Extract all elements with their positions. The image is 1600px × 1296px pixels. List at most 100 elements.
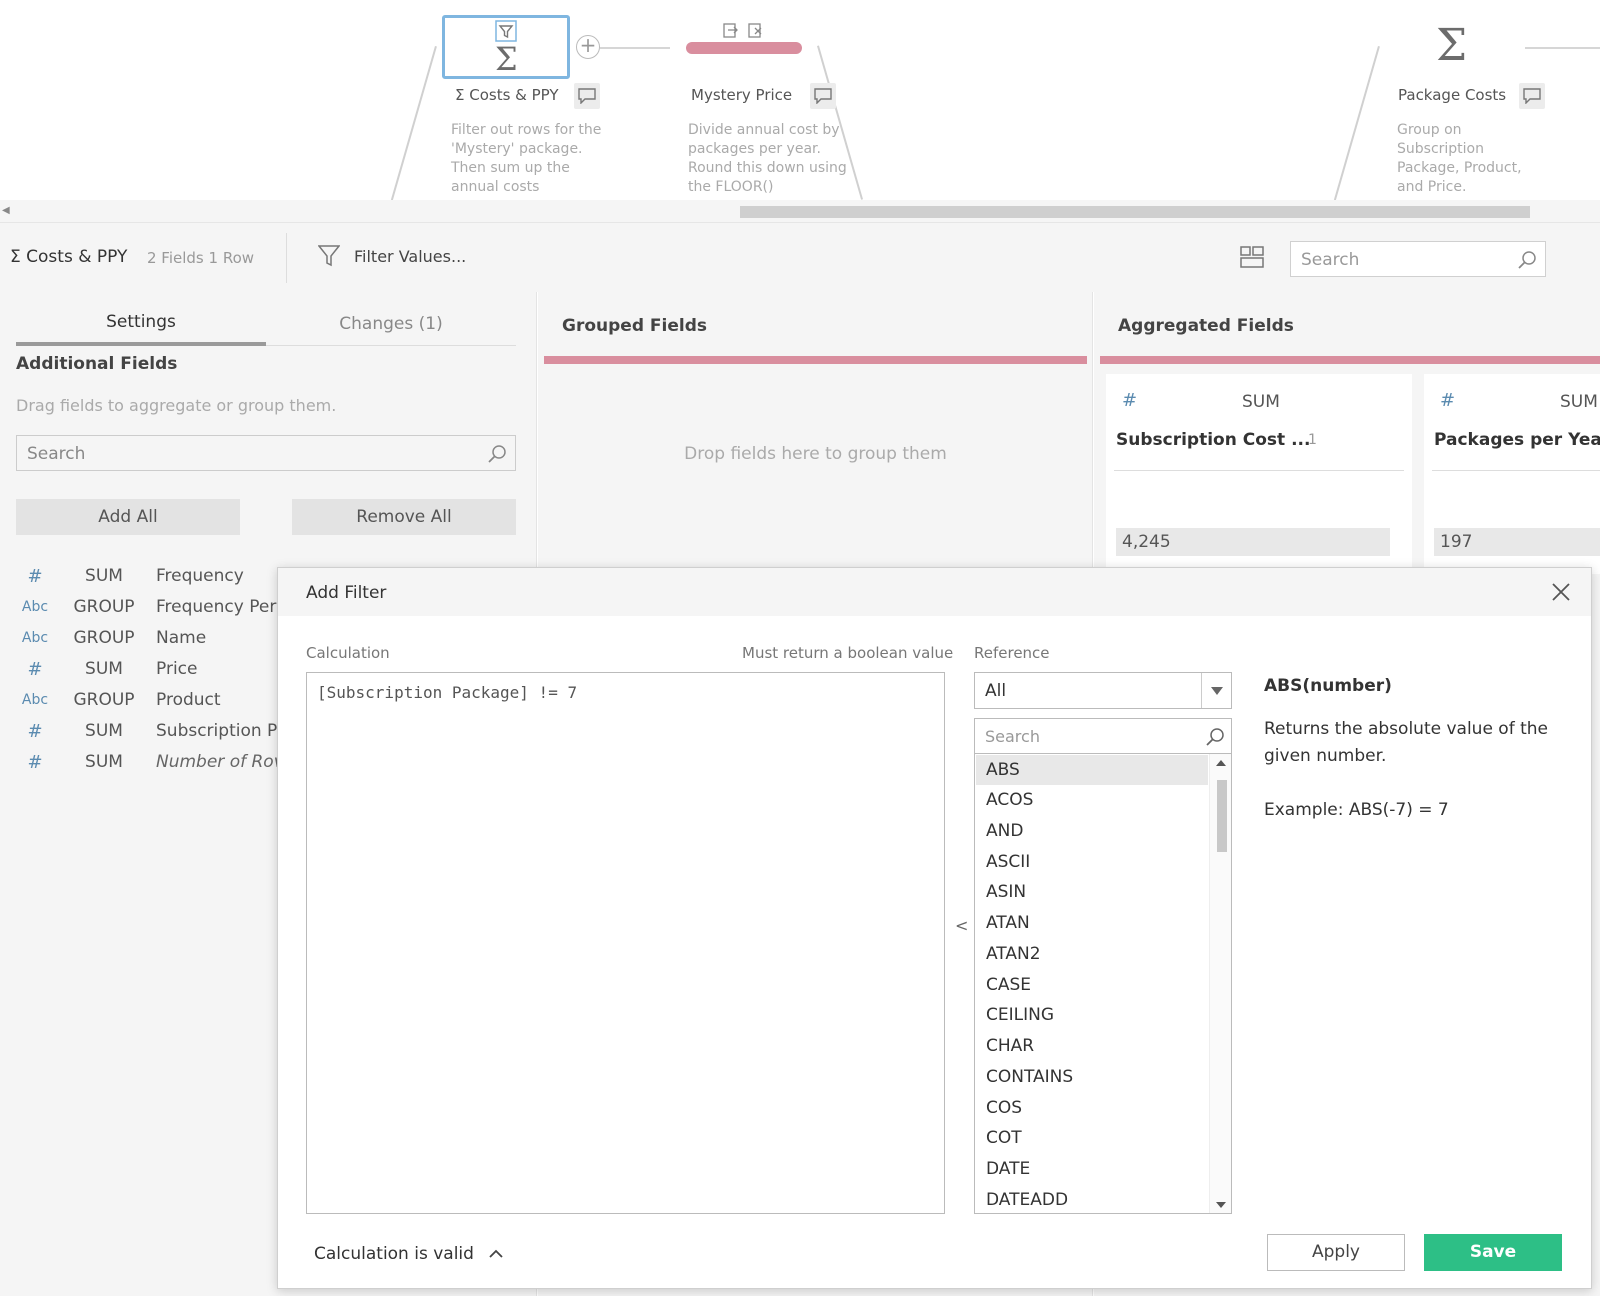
- layout-toggle-icon[interactable]: [1240, 245, 1264, 269]
- field-name: Subscription P: [156, 721, 278, 741]
- aggregated-field-name: Packages per Year: [1434, 430, 1600, 450]
- field-aggregation[interactable]: SUM: [68, 659, 140, 679]
- aggregated-value: 4,245: [1116, 528, 1390, 556]
- add-all-button[interactable]: Add All: [16, 499, 240, 535]
- field-aggregation[interactable]: GROUP: [68, 597, 140, 617]
- field-aggregation[interactable]: GROUP: [68, 628, 140, 648]
- function-item[interactable]: CHAR: [976, 1031, 1208, 1061]
- scroll-left-icon[interactable]: ◀: [2, 205, 10, 216]
- scrollbar-thumb[interactable]: [1217, 780, 1227, 852]
- reference-label: Reference: [974, 644, 1050, 662]
- function-item[interactable]: ACOS: [976, 785, 1208, 815]
- sigma-icon[interactable]: Σ: [1436, 20, 1467, 71]
- add-step-plus-icon[interactable]: +: [576, 35, 600, 59]
- function-list[interactable]: ABS ACOS AND ASCII ASIN ATAN ATAN2 CASE …: [974, 754, 1232, 1214]
- calculation-editor[interactable]: [Subscription Package] != 7: [306, 672, 945, 1214]
- calculation-status[interactable]: Calculation is valid: [314, 1244, 504, 1264]
- string-type-icon: Abc: [21, 630, 49, 646]
- field-aggregation[interactable]: GROUP: [68, 690, 140, 710]
- chevron-down-icon[interactable]: [1201, 673, 1231, 708]
- function-item[interactable]: ATAN: [976, 908, 1208, 938]
- search-placeholder: Search: [985, 727, 1040, 746]
- tab-settings[interactable]: Settings: [16, 306, 266, 346]
- scroll-down-icon[interactable]: [1216, 1202, 1226, 1208]
- number-type-icon: #: [1440, 390, 1456, 411]
- step-description: Filter out rows for the 'Mystery' packag…: [451, 122, 602, 195]
- scrollbar-thumb[interactable]: [740, 206, 1530, 218]
- field-name: Number of Rov: [156, 752, 284, 772]
- flow-edge: [390, 46, 437, 200]
- scroll-up-icon[interactable]: [1216, 760, 1226, 766]
- add-filter-dialog[interactable]: Add Filter Calculation Must return a boo…: [277, 567, 1592, 1289]
- function-item[interactable]: DATE: [976, 1154, 1208, 1184]
- aggregated-field-count: 1: [1308, 432, 1317, 448]
- toolbar-search-input[interactable]: Search: [1290, 241, 1546, 277]
- search-icon: [488, 445, 506, 463]
- reference-selected-value: All: [985, 681, 1007, 701]
- aggregated-field-card[interactable]: # SUM Subscription Cost ... 1 4,245: [1106, 374, 1412, 574]
- function-item[interactable]: CEILING: [976, 1000, 1208, 1030]
- function-item[interactable]: ATAN2: [976, 939, 1208, 969]
- function-search-input[interactable]: Search: [974, 718, 1232, 754]
- field-name: Name: [156, 628, 207, 648]
- remove-all-button[interactable]: Remove All: [292, 499, 516, 535]
- filter-values-button[interactable]: Filter Values...: [318, 241, 466, 271]
- field-name: Frequency: [156, 566, 244, 586]
- string-type-icon: Abc: [21, 692, 49, 708]
- flow-connector: [1525, 47, 1600, 49]
- aggregated-field-card[interactable]: # SUM Packages per Year 197: [1424, 374, 1600, 574]
- flow-canvas[interactable]: Σ + Σ Costs & PPY Filter out rows for th…: [0, 0, 1600, 200]
- flow-horizontal-scrollbar[interactable]: ◀: [0, 200, 1600, 222]
- function-item[interactable]: CASE: [976, 970, 1208, 1000]
- flow-edge: [1333, 46, 1380, 200]
- aggregated-fields-bar: [1100, 356, 1600, 364]
- field-aggregation[interactable]: SUM: [68, 721, 140, 741]
- comment-icon[interactable]: [574, 83, 600, 109]
- sigma-icon: Σ: [495, 40, 518, 78]
- save-button[interactable]: Save: [1424, 1234, 1562, 1271]
- function-item[interactable]: ASIN: [976, 877, 1208, 907]
- field-aggregation[interactable]: SUM: [68, 752, 140, 772]
- card-divider: [1432, 470, 1600, 471]
- function-item[interactable]: AND: [976, 816, 1208, 846]
- aggregation-type[interactable]: SUM: [1242, 392, 1280, 412]
- function-item[interactable]: ABS: [976, 755, 1208, 785]
- additional-fields-heading: Additional Fields: [16, 354, 178, 374]
- grouped-fields-bar: [544, 356, 1087, 364]
- clean-step-bar[interactable]: [686, 42, 802, 54]
- field-name: Price: [156, 659, 198, 679]
- function-list-scrollbar[interactable]: [1209, 754, 1231, 1213]
- dialog-header: Add Filter: [278, 568, 1591, 616]
- tab-label: Settings: [106, 312, 176, 332]
- aggregation-type[interactable]: SUM: [1560, 392, 1598, 412]
- clean-step-icon: [723, 23, 762, 38]
- tab-changes[interactable]: Changes (1): [266, 306, 516, 346]
- step-description: Divide annual cost by packages per year.…: [688, 122, 847, 195]
- comment-icon[interactable]: [810, 83, 836, 109]
- reference-category-select[interactable]: All: [974, 672, 1232, 709]
- tab-label: Changes (1): [339, 314, 443, 334]
- function-signature: ABS(number): [1264, 676, 1392, 696]
- step-meta: 2 Fields 1 Row: [147, 249, 255, 267]
- toolbar-divider: [286, 233, 287, 283]
- dialog-title: Add Filter: [306, 583, 387, 603]
- field-aggregation[interactable]: SUM: [68, 566, 140, 586]
- function-item[interactable]: CONTAINS: [976, 1062, 1208, 1092]
- chevron-up-icon[interactable]: [488, 1248, 504, 1260]
- number-type-icon: #: [27, 566, 43, 587]
- filter-icon: [318, 245, 340, 267]
- function-example: Example: ABS(-7) = 7: [1264, 800, 1449, 820]
- fields-search-input[interactable]: Search: [16, 435, 516, 471]
- drop-zone-hint: Drop fields here to group them: [684, 444, 947, 464]
- function-description: Returns the absolute value of the given …: [1264, 719, 1548, 766]
- close-icon[interactable]: [1549, 580, 1573, 604]
- filter-icon: [495, 20, 517, 42]
- comment-icon[interactable]: [1519, 83, 1545, 109]
- number-type-icon: #: [27, 721, 43, 742]
- function-item[interactable]: COT: [976, 1123, 1208, 1153]
- apply-button[interactable]: Apply: [1267, 1234, 1405, 1271]
- collapse-reference-icon[interactable]: <: [955, 916, 968, 935]
- function-item[interactable]: DATEADD: [976, 1185, 1208, 1213]
- function-item[interactable]: COS: [976, 1093, 1208, 1123]
- function-item[interactable]: ASCII: [976, 847, 1208, 877]
